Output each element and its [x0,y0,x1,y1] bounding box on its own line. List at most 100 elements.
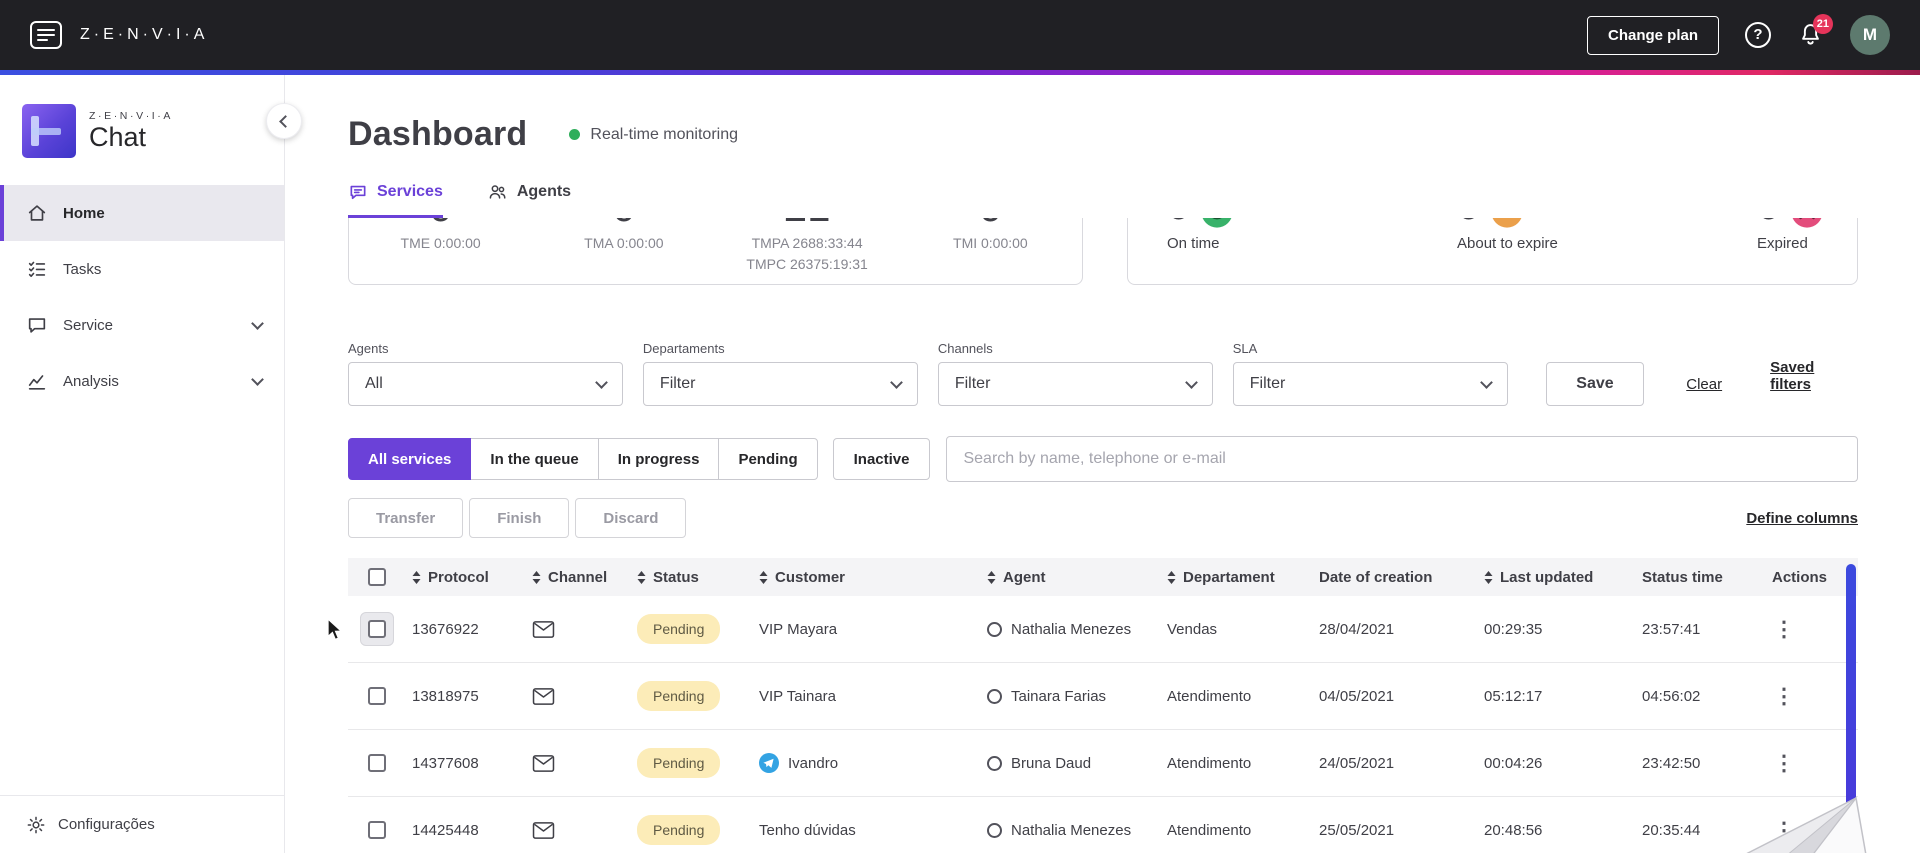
column-header-channel[interactable]: Channel [526,569,631,586]
tab-services[interactable]: Services [348,178,443,218]
discard-button[interactable]: Discard [575,498,687,538]
sort-icon [1167,570,1176,584]
status-tab-in-progress[interactable]: In progress [597,438,720,480]
sidebar-item-settings[interactable]: Configurações [0,795,284,853]
main-tabs: Services Agents [348,178,1858,218]
notifications-button[interactable]: 21 [1797,14,1833,49]
filters-row: Agents All Departaments Filter Channels … [348,341,1858,406]
define-columns-link[interactable]: Define columns [1746,510,1858,527]
sla-filter-select[interactable]: Filter [1232,362,1508,406]
topbar: Z·E·N·V·I·A Change plan 21 M [0,0,1920,70]
chat-logo-icon [22,104,76,158]
table-row[interactable]: 14377608 Pending Ivandro Bruna Daud Aten… [348,730,1858,797]
updated-cell: 00:29:35 [1484,620,1543,638]
finish-button[interactable]: Finish [469,498,570,538]
email-channel-icon [532,620,555,638]
worried-face-icon [1492,218,1522,228]
sla-expired: 0 Expired [1757,218,1857,284]
status-tab-all-services[interactable]: All services [348,438,472,480]
chevron-left-icon [279,114,292,128]
department-cell: Vendas [1167,620,1218,638]
notification-badge: 21 [1812,14,1833,34]
column-header-agent[interactable]: Agent [981,569,1161,586]
metric-label: TMI 0:00:00 [953,235,1028,251]
sidebar-item-home[interactable]: Home [0,185,284,241]
protocol-cell: 14425448 [412,821,479,839]
chevron-down-icon [889,375,903,389]
agent-status-icon [987,621,1002,637]
sidebar-item-analysis[interactable]: Analysis [0,353,284,409]
column-header-customer[interactable]: Customer [753,569,981,586]
list-controls: All services In the queue In progress Pe… [348,436,1858,482]
departments-filter-label: Departaments [642,341,725,356]
row-checkbox[interactable] [368,821,386,839]
metric-label: TMPA 2688:33:44 [751,235,863,251]
column-header-status-time[interactable]: Status time [1636,569,1766,586]
transfer-button[interactable]: Transfer [348,498,464,538]
sla-label: About to expire [1457,235,1558,252]
agent-status-icon [987,688,1002,704]
change-plan-button[interactable]: Change plan [1586,15,1719,55]
metric-value: 0 [532,218,715,231]
column-header-protocol[interactable]: Protocol [406,569,526,586]
channels-filter-select[interactable]: Filter [937,362,1213,406]
agent-cell: Nathalia Menezes [981,621,1161,638]
settings-label: Configurações [58,816,155,833]
row-actions-menu-icon[interactable] [1772,751,1796,775]
created-cell: 25/05/2021 [1319,821,1395,839]
avatar[interactable]: M [1850,15,1890,55]
table-row[interactable]: 13676922 Pending VIP Mayara Nathalia Men… [348,596,1858,663]
status-tab-pending[interactable]: Pending [718,438,818,480]
tab-label: Agents [516,182,572,200]
select-all-checkbox[interactable] [368,568,386,586]
sidebar: Z·E·N·V·I·A Chat Home Tasks Service Anal… [0,75,302,853]
sidebar-item-tasks[interactable]: Tasks [0,241,284,297]
save-filters-button[interactable]: Save [1545,362,1645,406]
tasks-icon [28,261,46,277]
metric-value: 0 [349,218,532,231]
agents-filter-select[interactable]: All [348,362,623,406]
email-channel-icon [532,754,555,772]
sort-icon [987,570,996,584]
sla-value: 0 [1167,218,1190,229]
row-checkbox[interactable] [368,754,386,772]
tab-agents[interactable]: Agents [487,178,571,218]
status-tab-in-the-queue[interactable]: In the queue [470,438,599,480]
column-header-department[interactable]: Departament [1161,569,1313,586]
status-tab-inactive[interactable]: Inactive [832,438,931,480]
sidebar-collapse-button[interactable] [266,103,302,139]
live-dot-icon [569,129,581,140]
stats-cards-clip: 0 TME 0:00:00 0 TMA 0:00:00 21 TMPA 2688… [348,218,1858,285]
sidebar-item-service[interactable]: Service [0,297,284,353]
page-title: Dashboard [348,115,528,153]
status-time-cell: 23:57:41 [1642,620,1701,638]
column-header-created[interactable]: Date of creation [1313,569,1478,586]
row-actions-menu-icon[interactable] [1772,617,1796,641]
status-time-cell: 23:42:50 [1642,754,1701,772]
department-cell: Atendimento [1167,821,1252,839]
sla-card: 0 On time 0 [1127,218,1858,285]
row-checkbox[interactable] [368,687,386,705]
gear-icon [27,816,45,833]
search-input[interactable] [946,436,1858,482]
column-header-updated[interactable]: Last updated [1478,569,1636,586]
chat-logo-title: Chat [89,122,147,153]
table-row[interactable]: 14425448 Pending Tenho dúvidas Nathalia … [348,797,1858,853]
saved-filters-link[interactable]: Saved filters [1770,359,1858,393]
table-row[interactable]: 13818975 Pending VIP Tainara Tainara Far… [348,663,1858,730]
clear-filters-link[interactable]: Clear [1686,376,1722,393]
column-header-status[interactable]: Status [631,569,753,586]
departments-filter-select[interactable]: Filter [642,362,918,406]
row-actions-menu-icon[interactable] [1772,684,1796,708]
sidebar-item-label: Service [63,316,114,334]
status-badge: Pending [637,748,721,778]
tab-label: Services [377,182,443,200]
chevron-down-icon [251,316,264,330]
sla-value: 0 [1457,218,1480,229]
row-checkbox[interactable] [368,620,386,638]
help-icon[interactable] [1745,22,1771,48]
customer-cell: Ivandro [753,753,981,773]
protocol-cell: 13818975 [412,687,479,705]
metric-tmi: 0 TMI 0:00:00 [899,218,1082,284]
status-badge: Pending [637,681,721,711]
